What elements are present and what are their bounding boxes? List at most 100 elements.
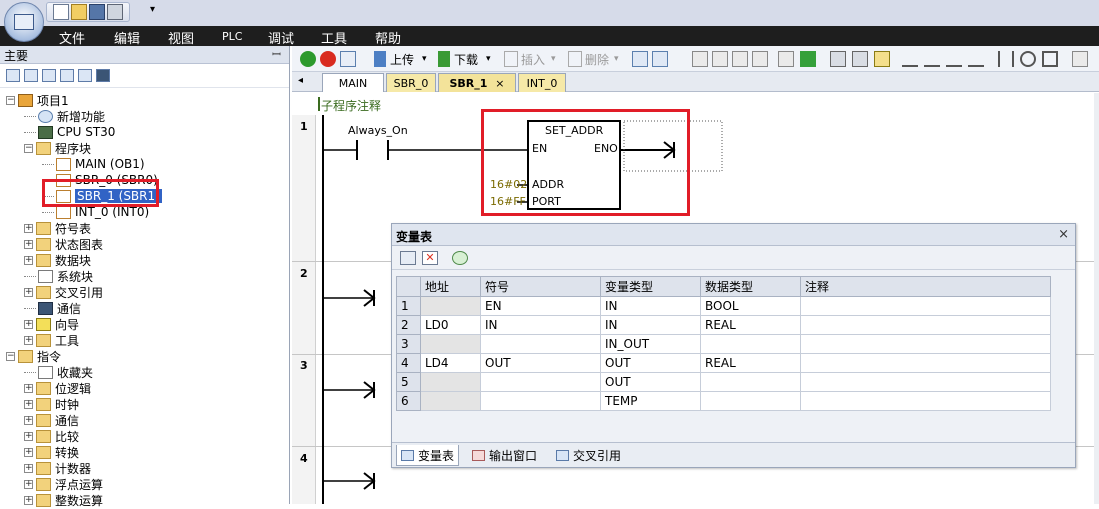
table-cell[interactable] xyxy=(480,372,601,392)
download-icon[interactable] xyxy=(438,51,450,67)
branch-down-icon[interactable] xyxy=(924,51,940,67)
tree-item[interactable]: MAIN (OB1) xyxy=(42,156,145,172)
tab-sbr0[interactable]: SBR_0 xyxy=(386,73,436,92)
tree-item[interactable]: + 转换 xyxy=(24,444,79,460)
toolbar-icon-c[interactable] xyxy=(732,51,748,67)
expand-icon[interactable]: + xyxy=(24,287,33,297)
expand-icon[interactable]: + xyxy=(24,335,33,345)
tab-sbr1[interactable]: SBR_1 × xyxy=(438,73,516,92)
lock-open-icon[interactable] xyxy=(852,51,868,67)
menu-tools[interactable]: 工具 xyxy=(321,28,347,47)
open-folder-icon[interactable] xyxy=(71,4,87,20)
expand-icon[interactable]: + xyxy=(24,479,33,489)
menu-debug[interactable]: 调试 xyxy=(268,28,294,47)
insert-button[interactable]: 插入 xyxy=(521,51,545,68)
menu-view[interactable]: 视图 xyxy=(168,28,194,47)
menu-file[interactable]: 文件 xyxy=(59,28,85,47)
tree-item[interactable]: + 整数运算 xyxy=(24,492,103,508)
tree-item[interactable]: 收藏夹 xyxy=(24,364,93,380)
menu-plc[interactable]: PLC xyxy=(222,30,242,43)
expand-icon[interactable]: + xyxy=(24,399,33,409)
save-icon[interactable] xyxy=(89,4,105,20)
table-cell[interactable] xyxy=(800,296,1051,316)
table-cell[interactable]: IN xyxy=(600,315,701,335)
new-file-icon[interactable] xyxy=(53,4,69,20)
table-cell[interactable]: BOOL xyxy=(700,296,801,316)
table-cell[interactable] xyxy=(800,353,1051,373)
grid-icon[interactable] xyxy=(24,69,38,82)
table-cell[interactable] xyxy=(420,391,481,411)
expand-icon[interactable]: + xyxy=(24,447,33,457)
column-header[interactable]: 地址 xyxy=(420,276,481,297)
table-cell[interactable] xyxy=(480,334,601,354)
table-cell[interactable] xyxy=(420,296,481,316)
menu-help[interactable]: 帮助 xyxy=(375,28,401,47)
table-cell[interactable] xyxy=(700,334,801,354)
view-icon[interactable] xyxy=(6,69,20,82)
tab-main[interactable]: MAIN xyxy=(322,73,384,92)
column-header[interactable]: 变量类型 xyxy=(600,276,701,297)
collapse-icon[interactable]: − xyxy=(6,95,15,105)
close-icon[interactable]: × xyxy=(1058,227,1069,242)
tab-variable-table[interactable]: 变量表 xyxy=(396,445,460,466)
expand-icon[interactable]: + xyxy=(24,431,33,441)
toolbar-icon-d[interactable] xyxy=(752,51,768,67)
expand-icon[interactable]: + xyxy=(24,383,33,393)
table-cell[interactable] xyxy=(800,315,1051,335)
tree-item[interactable]: + 时钟 xyxy=(24,396,79,412)
upload-dropdown-icon[interactable]: ▾ xyxy=(422,54,427,64)
tree-item[interactable]: − 项目1 xyxy=(6,92,69,108)
insert-row-icon[interactable] xyxy=(400,251,416,265)
line-right-icon[interactable] xyxy=(968,51,984,67)
menu-edit[interactable]: 编辑 xyxy=(114,28,140,47)
expand-icon[interactable]: + xyxy=(24,495,33,505)
table-cell[interactable] xyxy=(700,372,801,392)
table-cell[interactable]: IN xyxy=(600,296,701,316)
table-cell[interactable]: OUT xyxy=(600,372,701,392)
editor-vertical-scrollbar[interactable] xyxy=(1094,93,1099,504)
table-cell[interactable] xyxy=(480,391,601,411)
pin-icon[interactable]: ꟷ xyxy=(272,47,281,62)
collapse-icon[interactable]: − xyxy=(24,143,33,153)
table-cell[interactable]: IN_OUT xyxy=(600,334,701,354)
table-cell[interactable]: REAL xyxy=(700,353,801,373)
column-header[interactable]: 注释 xyxy=(800,276,1051,297)
table-cell[interactable]: IN xyxy=(480,315,601,335)
table-cell[interactable]: EN xyxy=(480,296,601,316)
table-cell[interactable]: LD0 xyxy=(420,315,481,335)
delete-button[interactable]: 删除 xyxy=(585,51,609,68)
tree-item[interactable]: − 程序块 xyxy=(24,140,91,156)
run-icon[interactable] xyxy=(300,51,316,67)
expand-icon[interactable]: + xyxy=(24,255,33,265)
tree-item[interactable]: + 状态图表 xyxy=(24,236,103,252)
download-button[interactable]: 下载 xyxy=(454,51,478,68)
table-cell[interactable]: LD4 xyxy=(420,353,481,373)
tree-item[interactable]: + 向导 xyxy=(24,316,79,332)
variable-grid[interactable]: 地址 符号 变量类型 数据类型 注释 1 EN IN BOOL 2 LD0 IN IN REAL 3 IN_… xyxy=(396,276,1051,411)
monitor-icon[interactable] xyxy=(96,69,110,82)
line-up-icon[interactable] xyxy=(946,51,962,67)
table-cell[interactable] xyxy=(420,372,481,392)
table-row[interactable]: 3 IN_OUT xyxy=(396,334,1051,354)
tab-scroll-left-icon[interactable]: ◂ xyxy=(298,75,303,86)
tree-item[interactable]: + 计数器 xyxy=(24,460,91,476)
tree-item[interactable]: 系统块 xyxy=(24,268,93,284)
column-header[interactable]: 符号 xyxy=(480,276,601,297)
upload-icon[interactable] xyxy=(374,51,386,67)
expand-icon[interactable]: + xyxy=(24,463,33,473)
quick-access-dropdown-icon[interactable]: ▾ xyxy=(150,4,155,15)
lock-icon[interactable] xyxy=(830,51,846,67)
contact-icon[interactable] xyxy=(998,51,1014,67)
tab-int0[interactable]: INT_0 xyxy=(518,73,566,92)
table-cell[interactable] xyxy=(700,391,801,411)
tree-item[interactable]: − 指令 xyxy=(6,348,61,364)
table-row[interactable]: 4 LD4 OUT OUT REAL xyxy=(396,353,1051,373)
list-icon[interactable] xyxy=(60,69,74,82)
options-icon[interactable] xyxy=(452,251,468,265)
table-row[interactable]: 6 TEMP xyxy=(396,391,1051,411)
table-cell[interactable] xyxy=(800,334,1051,354)
tree-item[interactable]: + 位逻辑 xyxy=(24,380,91,396)
tab-cross-reference[interactable]: 交叉引用 xyxy=(552,445,625,466)
column-header[interactable] xyxy=(396,276,421,297)
program-status-icon[interactable] xyxy=(632,51,648,67)
